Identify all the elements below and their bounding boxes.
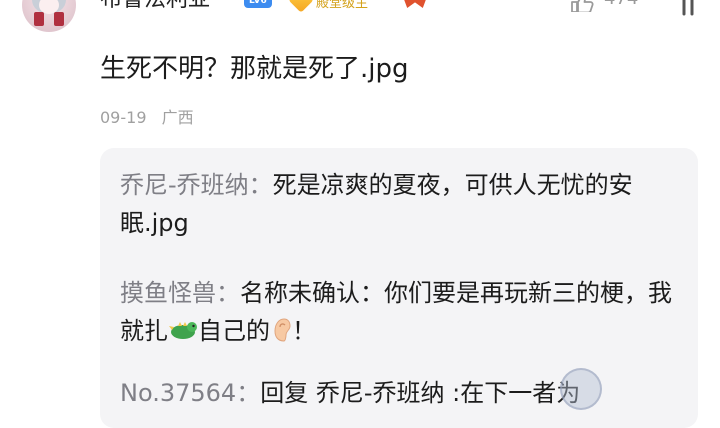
reply-thread[interactable]: 乔尼-乔班纳：死是凉爽的夏夜，可供人无忧的安眠.jpg 摸鱼怪兽：名称未确认：你… [100, 148, 698, 428]
like-count: 474 [604, 0, 638, 9]
more-options-icon[interactable] [682, 0, 696, 16]
comment-date: 09-19 [100, 108, 147, 127]
reply-author[interactable]: No.37564： [120, 379, 260, 407]
reply-item[interactable]: 摸鱼怪兽：名称未确认：你们要是再玩新三的梗，我就扎 自己的 ！ [120, 274, 680, 350]
reply-text-end: ！ [292, 317, 316, 345]
reply-text-cont: 自己的 [198, 317, 270, 345]
reply-author[interactable]: 乔尼-乔班纳： [120, 171, 273, 199]
ribbon-icon [402, 0, 428, 8]
ear-emoji-icon [274, 318, 291, 342]
comment-location: 广西 [161, 108, 194, 127]
level-badge: LV6 [244, 0, 272, 8]
comment-text: 生死不明？那就是死了.jpg [100, 54, 409, 84]
reply-text: 回复 乔尼-乔班纳 :在下一者为 [260, 379, 581, 407]
diamond-medal-icon [288, 0, 314, 13]
comment-meta: 09-19 广西 [100, 104, 194, 128]
avatar-accessory-right [54, 12, 64, 26]
reply-author[interactable]: 摸鱼怪兽： [120, 279, 240, 307]
like-icon[interactable] [570, 0, 594, 12]
user-avatar[interactable] [22, 0, 76, 32]
username[interactable]: 布鲁法利亚 [100, 0, 210, 14]
touch-indicator [560, 368, 602, 410]
reply-item[interactable]: 乔尼-乔班纳：死是凉爽的夏夜，可供人无忧的安眠.jpg [120, 166, 680, 242]
dragon-emoji-icon [169, 322, 197, 339]
medal-label: 殿堂级主 [316, 0, 369, 11]
avatar-accessory-left [34, 12, 44, 26]
